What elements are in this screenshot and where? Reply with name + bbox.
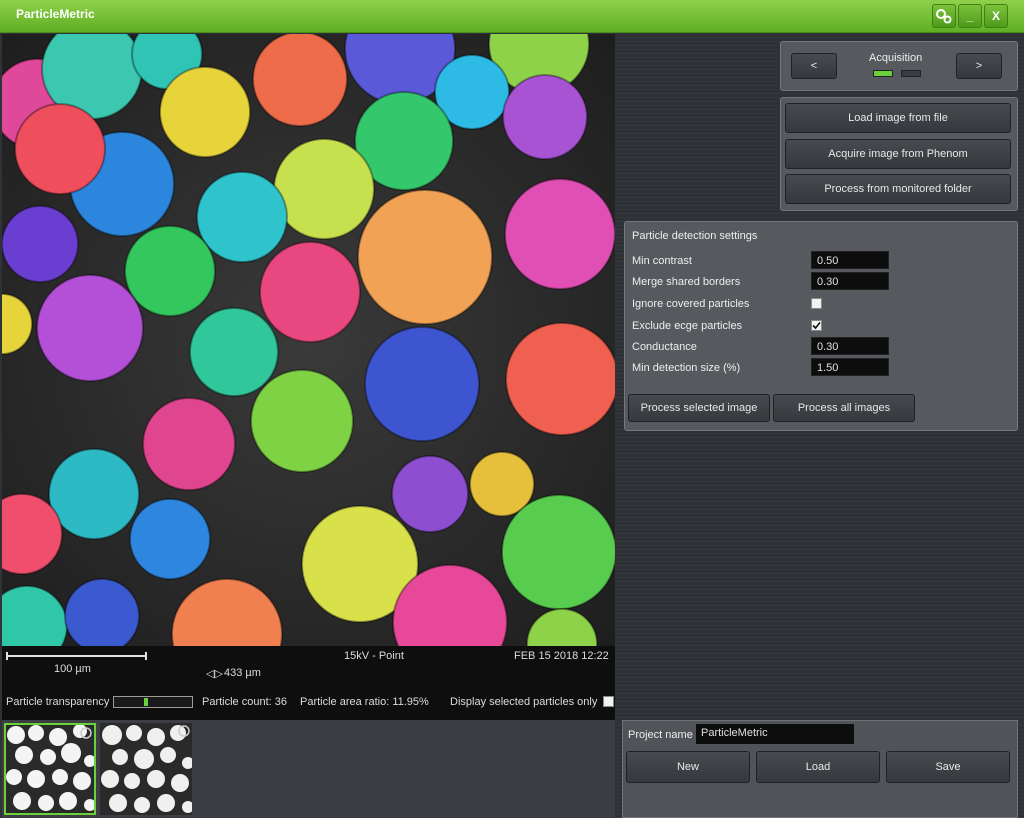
- process-all-button[interactable]: Process all images: [773, 394, 915, 422]
- merge-borders-label: Merge shared borders: [632, 276, 741, 288]
- transparency-slider-thumb[interactable]: [144, 698, 148, 706]
- particle-image: [2, 34, 615, 646]
- close-button[interactable]: X: [984, 4, 1008, 28]
- voltage-mode-label: 15kV - Point: [344, 650, 404, 662]
- thumbnail-image: [6, 725, 94, 813]
- min-contrast-label: Min contrast: [632, 255, 692, 267]
- scale-bar: [6, 652, 147, 660]
- app-window: ParticleMetric _ X 100 µm ◁▷ 433 µm 15kV…: [0, 0, 1024, 818]
- min-contrast-input[interactable]: 0.50: [811, 251, 889, 269]
- process-monitored-folder-button[interactable]: Process from monitored folder: [785, 174, 1011, 204]
- acquisition-panel: < Acquisition >: [780, 41, 1018, 91]
- conductance-input[interactable]: 0.30: [811, 337, 889, 355]
- control-panel: < Acquisition > Load image from file Acq…: [616, 34, 1024, 818]
- process-selected-button[interactable]: Process selected image: [628, 394, 770, 422]
- acquisition-title: Acquisition: [869, 52, 923, 64]
- ignore-covered-label: Ignore covered particles: [632, 298, 750, 310]
- title-bar: ParticleMetric _ X: [0, 0, 1024, 33]
- display-selected-label: Display selected particles only: [450, 696, 598, 708]
- checkmark-icon: [812, 321, 821, 330]
- window-title: ParticleMetric: [16, 7, 95, 21]
- load-image-file-button[interactable]: Load image from file: [785, 103, 1011, 133]
- acquire-phenom-button[interactable]: Acquire image from Phenom: [785, 139, 1011, 169]
- detection-settings-title: Particle detection settings: [632, 230, 758, 242]
- width-arrows-icon: ◁▷: [206, 668, 223, 680]
- save-project-button[interactable]: Save: [886, 751, 1010, 783]
- min-size-label: Min detection size (%): [632, 362, 741, 374]
- new-project-button[interactable]: New: [626, 751, 750, 783]
- detection-settings-panel: Particle detection settings Min contrast…: [624, 221, 1018, 431]
- field-width-label: 433 µm: [224, 667, 261, 679]
- sem-image-viewer[interactable]: [2, 34, 615, 646]
- image-source-panel: Load image from file Acquire image from …: [780, 97, 1018, 211]
- project-name-input[interactable]: ParticleMetric: [696, 724, 854, 744]
- acquisition-step-indicator-2: [901, 70, 921, 77]
- acquisition-next-button[interactable]: >: [956, 53, 1002, 79]
- project-panel: Project name ParticleMetric New Load Sav…: [622, 720, 1018, 818]
- image-info-bar: 100 µm ◁▷ 433 µm 15kV - Point FEB 15 201…: [2, 646, 615, 720]
- display-selected-checkbox[interactable]: [603, 696, 614, 707]
- merge-borders-input[interactable]: 0.30: [811, 272, 889, 290]
- ignore-covered-checkbox[interactable]: [811, 298, 822, 309]
- thumbnail-1[interactable]: [4, 723, 96, 815]
- exclude-edge-label: Exclude ecge particles: [632, 320, 743, 332]
- datetime-label: FEB 15 2018 12:22: [514, 650, 609, 662]
- settings-button[interactable]: [932, 4, 956, 28]
- transparency-slider[interactable]: [113, 696, 193, 708]
- area-ratio-label: Particle area ratio: 11.95%: [300, 696, 429, 708]
- thumbnail-image: [100, 723, 192, 815]
- particle-count-label: Particle count: 36: [202, 696, 287, 708]
- scale-label: 100 µm: [54, 663, 91, 675]
- transparency-label: Particle transparency: [6, 696, 110, 708]
- gears-icon: [936, 9, 952, 24]
- thumbnail-2[interactable]: [100, 723, 192, 815]
- conductance-label: Conductance: [632, 341, 697, 353]
- thumbnail-strip: [2, 720, 615, 818]
- exclude-edge-checkbox[interactable]: [811, 320, 822, 331]
- acquisition-prev-button[interactable]: <: [791, 53, 837, 79]
- min-size-input[interactable]: 1.50: [811, 358, 889, 376]
- load-project-button[interactable]: Load: [756, 751, 880, 783]
- minimize-button[interactable]: _: [958, 4, 982, 28]
- project-name-label: Project name: [628, 729, 693, 741]
- acquisition-step-indicator-1: [873, 70, 893, 77]
